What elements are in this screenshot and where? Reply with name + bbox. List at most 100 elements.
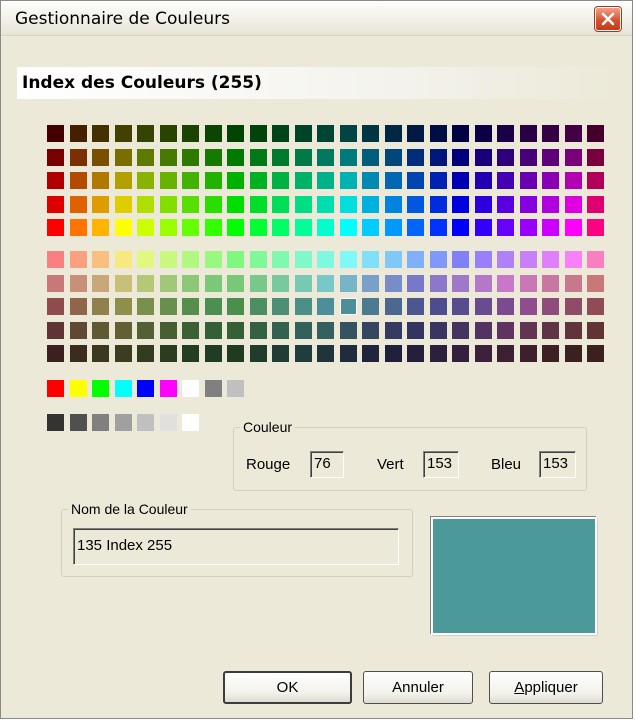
color-swatch[interactable] [362,125,379,142]
color-swatch[interactable] [339,172,357,189]
color-swatch[interactable] [474,195,492,213]
color-swatch[interactable] [452,251,469,268]
color-swatch[interactable] [272,274,289,292]
color-swatch[interactable] [69,321,87,339]
color-swatch[interactable] [227,345,244,362]
color-swatch[interactable] [339,251,357,268]
basic-color-swatch[interactable] [114,380,132,397]
color-swatch[interactable] [317,195,334,213]
gray-color-swatch[interactable] [92,414,109,431]
color-swatch[interactable] [227,321,244,339]
color-swatch[interactable] [249,148,267,166]
color-swatch[interactable] [114,345,132,362]
color-swatch[interactable] [47,172,64,189]
color-swatch[interactable] [497,195,514,213]
color-swatch[interactable] [227,219,244,236]
color-swatch[interactable] [182,298,199,315]
color-swatch[interactable] [587,298,604,315]
color-swatch[interactable] [92,172,109,189]
color-swatch[interactable] [339,274,357,292]
color-swatch[interactable] [407,219,424,236]
color-swatch[interactable] [384,148,402,166]
color-swatch[interactable] [407,251,424,268]
color-swatch[interactable] [317,172,334,189]
red-value-field[interactable]: 76 [310,451,344,478]
color-swatch[interactable] [182,219,199,236]
color-swatch[interactable] [519,172,537,189]
color-swatch[interactable] [474,298,492,315]
color-swatch[interactable] [227,172,244,189]
gray-color-swatch[interactable] [182,414,199,431]
apply-button[interactable]: Appliquer [489,671,603,704]
color-swatch[interactable] [362,251,379,268]
color-swatch[interactable] [159,195,177,213]
color-swatch[interactable] [159,321,177,339]
color-swatch[interactable] [452,172,469,189]
color-swatch[interactable] [294,345,312,362]
green-value-field[interactable]: 153 [423,451,459,478]
color-swatch[interactable] [159,298,177,315]
color-swatch[interactable] [339,148,357,166]
color-swatch[interactable] [272,321,289,339]
color-swatch[interactable] [227,195,244,213]
gray-color-swatch[interactable] [137,414,154,431]
color-swatch[interactable] [384,125,402,142]
color-swatch[interactable] [137,195,154,213]
color-name-field[interactable]: 135 Index 255 [73,528,399,565]
color-swatch[interactable] [69,298,87,315]
color-swatch[interactable] [452,219,469,236]
basic-color-swatch[interactable] [137,380,154,397]
color-swatch[interactable] [227,125,244,142]
color-swatch[interactable] [69,125,87,142]
color-swatch[interactable] [317,345,334,362]
color-swatch[interactable] [249,251,267,268]
color-swatch[interactable] [249,172,267,189]
color-swatch[interactable] [564,274,582,292]
gray-color-swatch[interactable] [47,414,64,431]
color-swatch[interactable] [317,298,334,315]
color-swatch[interactable] [92,148,109,166]
color-swatch[interactable] [519,251,537,268]
color-swatch[interactable] [519,125,537,142]
color-swatch[interactable] [204,172,222,189]
color-swatch[interactable] [474,274,492,292]
color-swatch[interactable] [294,251,312,268]
color-swatch[interactable] [249,321,267,339]
color-swatch[interactable] [407,125,424,142]
color-swatch[interactable] [159,148,177,166]
color-swatch[interactable] [564,148,582,166]
color-swatch[interactable] [137,219,154,236]
color-swatch[interactable] [114,195,132,213]
basic-color-swatch[interactable] [92,380,109,397]
color-swatch[interactable] [47,195,64,213]
color-swatch[interactable] [429,251,447,268]
color-swatch[interactable] [407,274,424,292]
color-swatch[interactable] [272,219,289,236]
color-swatch[interactable] [542,321,559,339]
color-swatch[interactable] [497,148,514,166]
color-swatch[interactable] [587,274,604,292]
color-swatch[interactable] [137,125,154,142]
color-swatch[interactable] [114,125,132,142]
color-swatch[interactable] [294,148,312,166]
color-swatch[interactable] [474,219,492,236]
color-swatch[interactable] [429,274,447,292]
color-swatch[interactable] [587,219,604,236]
color-swatch[interactable] [249,125,267,142]
color-swatch[interactable] [407,298,424,315]
color-swatch[interactable] [182,321,199,339]
color-swatch[interactable] [339,298,357,315]
color-swatch[interactable] [384,345,402,362]
color-swatch[interactable] [474,172,492,189]
color-swatch[interactable] [519,195,537,213]
color-swatch[interactable] [294,219,312,236]
color-swatch[interactable] [272,195,289,213]
gray-color-swatch[interactable] [69,414,87,431]
color-swatch[interactable] [587,251,604,268]
color-swatch[interactable] [92,298,109,315]
color-swatch[interactable] [564,345,582,362]
color-swatch[interactable] [182,148,199,166]
color-swatch[interactable] [249,219,267,236]
color-swatch[interactable] [294,274,312,292]
color-swatch[interactable] [204,195,222,213]
